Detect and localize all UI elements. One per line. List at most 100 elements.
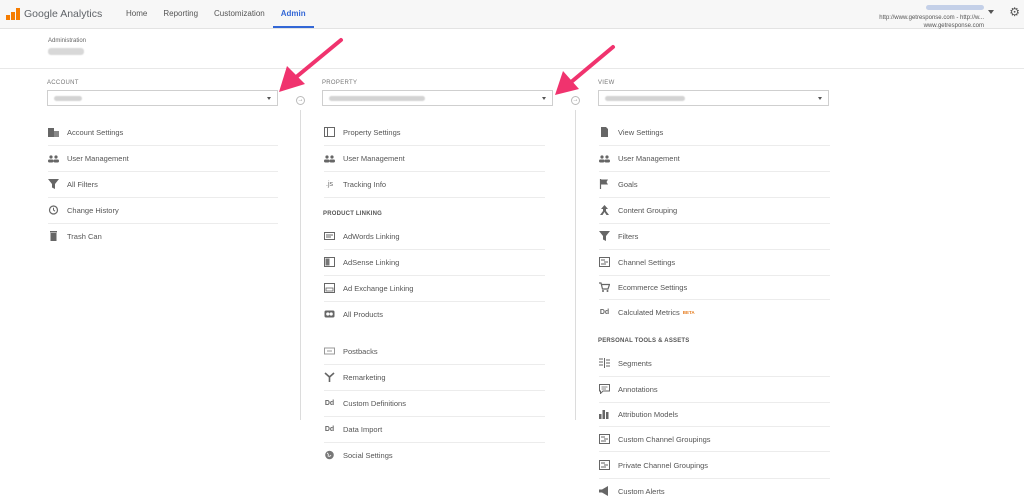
divider [324, 249, 545, 250]
account-value-redacted [54, 96, 82, 101]
dropdown-arrow-icon [818, 97, 822, 100]
view-label: VIEW [598, 80, 829, 86]
annotation-arrow-right [551, 43, 621, 99]
item-label: Filters [618, 232, 638, 241]
tracking-info-item[interactable]: .js Tracking Info [324, 177, 386, 191]
gear-icon[interactable]: ⚙ [1009, 6, 1020, 18]
divider [324, 145, 545, 146]
item-label: Custom Definitions [343, 399, 406, 408]
item-label: Segments [618, 359, 652, 368]
divider [599, 275, 830, 276]
item-label: User Management [618, 154, 680, 163]
view-select[interactable] [598, 90, 829, 106]
goals-item[interactable]: Goals [599, 177, 638, 191]
nav-customization[interactable]: Customization [206, 0, 273, 28]
postbacks-item[interactable]: Postbacks [324, 344, 378, 358]
divider [324, 171, 545, 172]
divider [324, 301, 545, 302]
annotations-item[interactable]: Annotations [599, 382, 658, 396]
nav-admin[interactable]: Admin [273, 0, 314, 28]
channel-groupings-icon [599, 460, 610, 470]
private-channel-groupings-item[interactable]: Private Channel Groupings [599, 458, 708, 472]
segments-item[interactable]: Segments [599, 356, 652, 370]
google-analytics-logo[interactable]: Google Analytics [6, 7, 102, 21]
remarketing-item[interactable]: Remarketing [324, 370, 386, 384]
nav-reporting[interactable]: Reporting [155, 0, 206, 28]
item-label: Tracking Info [343, 180, 386, 189]
item-label: Trash Can [67, 232, 102, 241]
app-title: Google Analytics [24, 8, 102, 20]
property-settings-item[interactable]: Property Settings [324, 125, 401, 139]
column-divider [300, 110, 301, 420]
view-filters-item[interactable]: Filters [599, 229, 638, 243]
divider [48, 197, 278, 198]
channel-settings-item[interactable]: Channel Settings [599, 255, 675, 269]
admin-header: Administration [48, 38, 86, 55]
item-label: Property Settings [343, 128, 401, 137]
account-select[interactable] [47, 90, 278, 106]
divider [599, 478, 830, 479]
view-column: VIEW [598, 80, 829, 106]
dd-icon: Dd [324, 398, 335, 408]
dd-icon: Dd [324, 424, 335, 434]
item-label: AdSense Linking [343, 258, 399, 267]
attribution-models-item[interactable]: Attribution Models [599, 407, 678, 421]
all-filters-item[interactable]: All Filters [48, 177, 98, 191]
remarketing-fork-icon [324, 372, 335, 382]
change-history-item[interactable]: Change History [48, 203, 119, 217]
divider [324, 442, 545, 443]
view-settings-item[interactable]: View Settings [599, 125, 663, 139]
all-products-item[interactable]: All Products [324, 307, 383, 321]
item-label: Private Channel Groupings [618, 461, 708, 470]
divider [324, 364, 545, 365]
comment-icon [599, 384, 610, 394]
chevron-down-icon[interactable] [988, 10, 994, 14]
bar-chart-icon [599, 409, 610, 419]
ecommerce-settings-item[interactable]: Ecommerce Settings [599, 280, 687, 294]
building-icon [48, 127, 59, 137]
item-label: Ecommerce Settings [618, 283, 687, 292]
custom-channel-groupings-item[interactable]: Custom Channel Groupings [599, 432, 711, 446]
main-nav: Home Reporting Customization Admin [118, 0, 314, 28]
property-label: PROPERTY [322, 80, 553, 86]
account-switcher[interactable]: http://www.getresponse.com - http://w...… [879, 5, 984, 30]
account-line-2: www.getresponse.com [924, 23, 984, 29]
ad-exchange-linking-item[interactable]: Ad Exchange Linking [324, 281, 413, 295]
item-label: Ad Exchange Linking [343, 284, 413, 293]
item-label: User Management [343, 154, 405, 163]
custom-definitions-item[interactable]: Dd Custom Definitions [324, 396, 406, 410]
account-user-management-item[interactable]: User Management [48, 151, 129, 165]
content-grouping-item[interactable]: Content Grouping [599, 203, 677, 217]
product-linking-heading: PRODUCT LINKING [323, 211, 382, 217]
adsense-linking-item[interactable]: AdSense Linking [324, 255, 399, 269]
channel-settings-icon [599, 257, 610, 267]
item-label: Goals [618, 180, 638, 189]
nav-home[interactable]: Home [118, 0, 155, 28]
property-select[interactable] [322, 90, 553, 106]
item-label: All Products [343, 310, 383, 319]
divider [599, 249, 830, 250]
divider [0, 68, 1024, 69]
item-label: All Filters [67, 180, 98, 189]
divider [48, 145, 278, 146]
divider [324, 275, 545, 276]
divider [48, 223, 278, 224]
divider [599, 376, 830, 377]
adsense-icon [324, 257, 335, 267]
divider [324, 390, 545, 391]
social-settings-item[interactable]: Social Settings [324, 448, 393, 462]
view-user-management-item[interactable]: User Management [599, 151, 680, 165]
divider [599, 171, 830, 172]
adwords-linking-item[interactable]: AdWords Linking [324, 229, 400, 243]
trash-can-item[interactable]: Trash Can [48, 229, 102, 243]
property-user-management-item[interactable]: User Management [324, 151, 405, 165]
calculated-metrics-item[interactable]: Dd Calculated Metrics BETA [599, 305, 695, 319]
divider [599, 223, 830, 224]
filter-icon [599, 231, 610, 241]
account-settings-item[interactable]: Account Settings [48, 125, 123, 139]
postbacks-icon [324, 346, 335, 356]
data-import-item[interactable]: Dd Data Import [324, 422, 382, 436]
divider [324, 416, 545, 417]
item-label: Custom Channel Groupings [618, 435, 711, 444]
globe-icon [324, 450, 335, 460]
